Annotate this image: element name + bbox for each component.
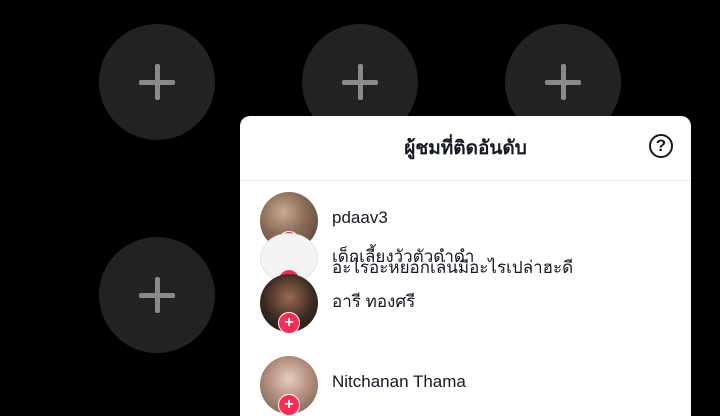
panel-title: ผู้ชมที่ติดอันดับ bbox=[404, 138, 527, 159]
viewer-row[interactable]: + อารี ทองศรี bbox=[240, 274, 691, 336]
help-symbol: ? bbox=[655, 136, 667, 155]
add-slot-4[interactable] bbox=[99, 237, 215, 353]
plus-icon bbox=[342, 64, 378, 100]
viewer-name: อารี ทองศรี bbox=[332, 292, 416, 311]
viewer-name: Nitchanan Thama bbox=[332, 372, 466, 391]
follow-badge[interactable]: + bbox=[278, 394, 300, 416]
plus-icon bbox=[139, 64, 175, 100]
plus-icon bbox=[545, 64, 581, 100]
panel-header: ผู้ชมที่ติดอันดับ ? bbox=[240, 116, 691, 181]
help-circle-icon[interactable]: ? bbox=[649, 134, 673, 158]
add-slot-1[interactable] bbox=[99, 24, 215, 140]
top-viewers-panel: ผู้ชมที่ติดอันดับ ? + pdaav3 + เด็กเลี้ย… bbox=[240, 116, 691, 416]
plus-icon bbox=[139, 277, 175, 313]
viewer-name: pdaav3 bbox=[332, 208, 388, 227]
follow-badge[interactable]: + bbox=[278, 312, 300, 334]
viewer-row[interactable]: + Nitchanan Thama bbox=[240, 356, 691, 416]
